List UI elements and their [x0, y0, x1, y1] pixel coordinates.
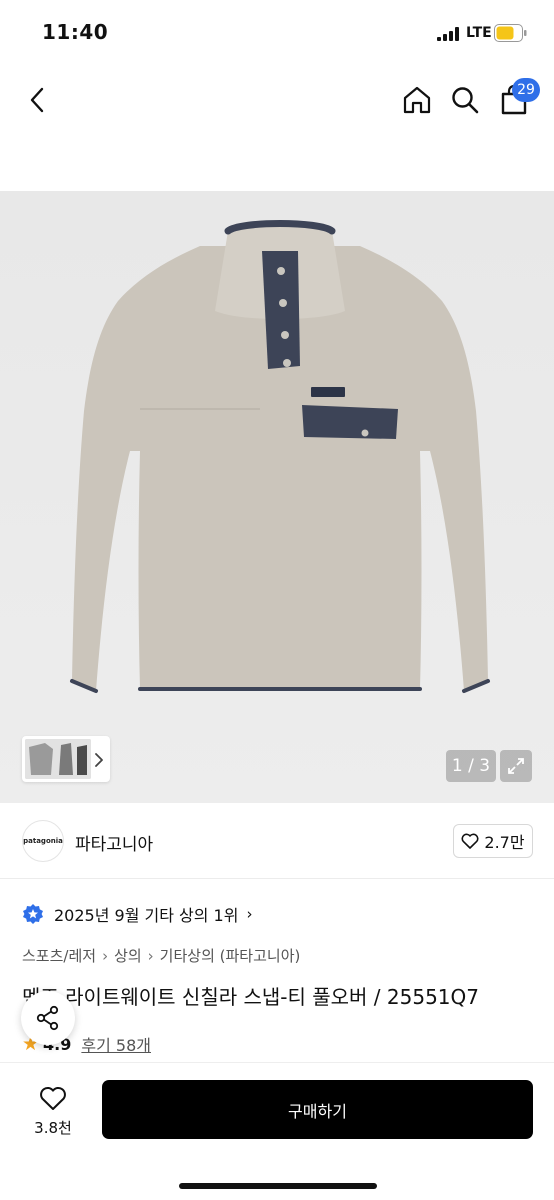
brand-like-button[interactable]: 2.7만 [453, 824, 533, 858]
breadcrumb: 스포츠/레저 › 상의 › 기타상의 (파타고니아) [22, 945, 300, 966]
wishlist-count: 3.8천 [34, 1119, 72, 1137]
search-button[interactable] [445, 80, 485, 120]
ranking-link[interactable]: 2025년 9월 기타 상의 1위 › [22, 901, 252, 927]
breadcrumb-separator: › [147, 946, 154, 965]
chevron-left-icon [30, 87, 44, 113]
heart-icon [461, 833, 479, 849]
back-button[interactable] [18, 80, 58, 120]
signal-icon [437, 27, 459, 41]
brand-like-count: 2.7만 [484, 833, 525, 852]
home-indicator [179, 1183, 377, 1189]
breadcrumb-item[interactable]: 스포츠/레저 [22, 945, 96, 966]
buy-button[interactable]: 구매하기 [102, 1080, 533, 1139]
thumbnail-image[interactable] [25, 739, 91, 779]
home-button[interactable] [397, 80, 437, 120]
home-icon [403, 86, 431, 114]
brand-logo[interactable]: patagonia [22, 820, 64, 862]
share-icon [36, 1005, 59, 1031]
search-icon [452, 87, 479, 114]
bottom-action-bar: 3.8천 구매하기 [0, 1062, 554, 1200]
breadcrumb-item[interactable]: 기타상의 (파타고니아) [160, 945, 301, 966]
brand-row[interactable]: patagonia 파타고니아 2.7만 [0, 803, 554, 879]
cart-count-badge: 29 [512, 78, 540, 102]
product-image[interactable] [0, 191, 554, 803]
share-button[interactable] [21, 991, 75, 1045]
image-page-counter: 1 / 3 [446, 750, 496, 782]
expand-button[interactable] [500, 750, 532, 782]
breadcrumb-item[interactable]: 상의 [114, 945, 142, 966]
fleece-pullover-image [70, 220, 490, 693]
breadcrumb-separator: › [102, 946, 109, 965]
heart-icon [40, 1086, 66, 1110]
brand-name[interactable]: 파타고니아 [75, 830, 153, 855]
top-nav [0, 66, 554, 134]
status-bar: 11:40 LTE [0, 0, 554, 66]
status-time: 11:40 [42, 20, 109, 44]
badge-star-icon [23, 904, 43, 924]
reviews-link[interactable]: 후기 58개 [81, 1032, 151, 1056]
chevron-right-icon[interactable] [91, 750, 107, 770]
network-type: LTE [466, 25, 492, 41]
expand-icon [508, 758, 524, 774]
battery-icon [494, 24, 527, 42]
wishlist-button[interactable]: 3.8천 [22, 1081, 84, 1143]
ranking-chevron: › [246, 905, 253, 923]
product-title: 멘즈 라이트웨이트 신칠라 스냅-티 풀오버 / 25551Q7 [22, 985, 479, 1009]
ranking-text: 2025년 9월 기타 상의 1위 [54, 906, 239, 925]
